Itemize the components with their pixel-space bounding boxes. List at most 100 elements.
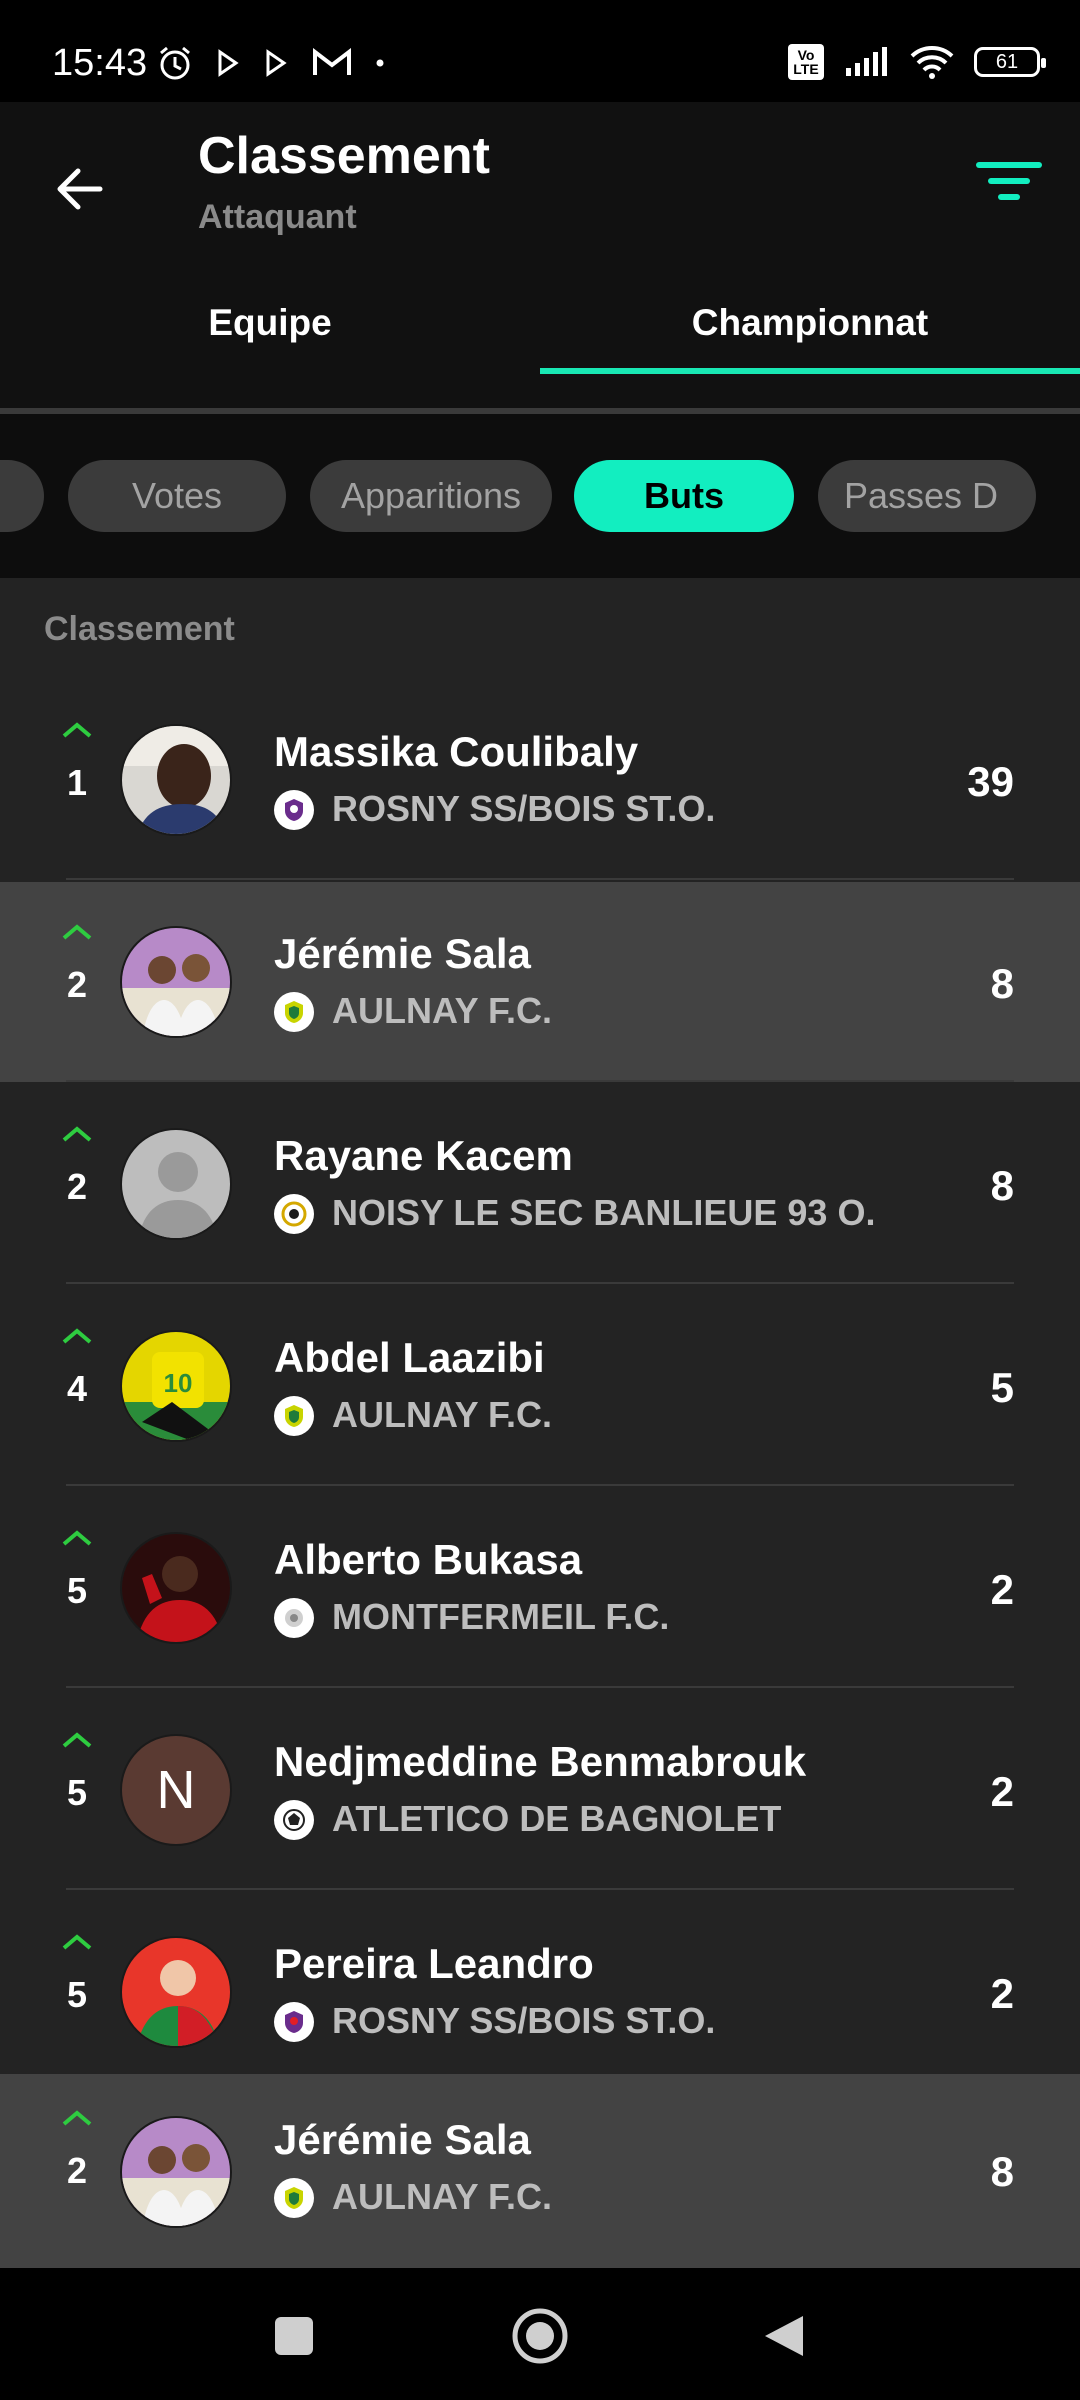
chip-passes-d[interactable]: Passes D [818,460,1036,532]
home-circle-icon [512,2308,568,2364]
team-name: NOISY LE SEC BANLIEUE 93 O. [332,1192,876,1233]
app-header: Classement Attaquant Equipe Championnat [0,102,1080,412]
svg-text:10: 10 [164,1368,193,1398]
status-notification-icons [156,44,386,82]
rank-up-icon [62,2110,92,2126]
list-item[interactable]: 5 N Nedjmeddine Benmabrouk ATLETICO DE B… [0,1690,1080,1890]
rank-number: 2 [66,1166,88,1207]
list-item[interactable]: 2 Rayane Kacem NOISY LE SEC BANLIEUE 93 … [0,1084,1080,1284]
divider [66,878,1014,880]
stat-value: 8 [990,1162,1014,1209]
tab-championnat[interactable]: Championnat [540,278,1080,390]
chip-apparitions[interactable]: Apparitions [310,460,552,532]
list-item[interactable]: 5 Pereira Leandro ROSNY SS/BOIS ST.O. 2 [0,1892,1080,2092]
avatar-initial-letter: N [156,1760,196,1820]
signal-icon [846,47,887,76]
rank-up-icon [62,1126,92,1142]
stat-value: 8 [990,960,1014,1007]
divider [66,1888,1014,1890]
triangle-back-icon [765,2316,803,2356]
team-logo-icon [274,1598,314,1638]
list-item[interactable]: 5 Alberto Bukasa MONTFERMEIL F.C. 2 [0,1488,1080,1688]
list-item[interactable]: 1 Massika Coulibaly ROSNY SS/BOIS ST.O. … [0,680,1080,880]
avatar [120,926,232,1038]
rank-number: 5 [66,1974,88,2015]
filter-button[interactable] [964,148,1054,228]
team-name: ROSNY SS/BOIS ST.O. [332,2000,716,2041]
team-name: MONTFERMEIL F.C. [332,1596,670,1637]
chip-buts[interactable]: Buts [574,460,794,532]
system-nav-bar [0,2268,1080,2400]
avatar [120,2116,232,2228]
chip-partial[interactable] [0,460,44,532]
play-icon [218,49,239,77]
avatar-placeholder [120,1128,232,1240]
wifi-icon [910,46,954,79]
tab-equipe[interactable]: Equipe [0,278,540,390]
player-name: Abdel Laazibi [274,1334,545,1381]
volte-icon: Vo LTE [788,44,824,80]
team-name: ROSNY SS/BOIS ST.O. [332,788,716,829]
stat-value: 2 [990,1970,1014,2017]
player-name: Alberto Bukasa [274,1536,583,1583]
play-icon [266,49,287,77]
player-name: Massika Coulibaly [274,728,639,775]
arrow-left-icon [57,168,103,210]
battery-icon: 61 [974,47,1046,77]
filter-icon [976,162,1042,200]
list-item[interactable]: 2 Jérémie Sala AULNAY F.C. 8 [0,882,1080,1082]
alarm-icon [160,46,190,80]
back-button[interactable] [44,154,114,224]
status-time: 15:43 [52,42,148,84]
tab-bar: Equipe Championnat [0,278,1080,390]
section-label: Classement [44,610,235,648]
status-system-icons: Vo LTE 61 [788,44,1046,80]
page-title: Classement [198,127,490,185]
avatar [120,1532,232,1644]
recents-button[interactable] [256,2298,332,2374]
divider [66,1484,1014,1486]
rank-up-icon [62,1328,92,1344]
player-name: Nedjmeddine Benmabrouk [274,1738,807,1785]
rank-number: 5 [66,1772,88,1813]
team-logo-icon [274,2178,314,2218]
page-subtitle: Attaquant [198,198,357,236]
gmail-icon [313,48,351,75]
home-button[interactable] [502,2298,578,2374]
avatar [120,724,232,836]
team-name: ATLETICO DE BAGNOLET [332,1798,782,1839]
team-logo-icon [274,1194,314,1234]
current-user-row[interactable]: 2 Jérémie Sala AULNAY F.C. 8 [0,2074,1080,2268]
chip-votes[interactable]: Votes [68,460,286,532]
team-name: AULNAY F.C. [332,1394,553,1435]
team-logo-icon [274,790,314,830]
team-logo-icon [274,992,314,1032]
stat-value: 5 [990,1364,1014,1411]
list-item[interactable]: 4 10 Abdel Laazibi AULNAY F.C. 5 [0,1286,1080,1486]
player-name: Jérémie Sala [274,930,531,977]
ranking-list: Classement 1 Massika Coulibaly ROSNY SS/… [0,578,1080,2268]
rank-up-icon [62,1530,92,1546]
status-bar: 15:43 Vo LTE 61 [0,0,1080,102]
avatar: 10 [120,1330,232,1442]
back-nav-button[interactable] [746,2298,822,2374]
battery-level: 61 [995,50,1019,73]
stat-value: 8 [990,2148,1014,2195]
stat-value: 2 [990,1566,1014,1613]
divider [66,1686,1014,1688]
divider [66,1282,1014,1284]
dot-icon [376,59,384,67]
player-name: Jérémie Sala [274,2116,531,2163]
rank-up-icon [62,722,92,738]
stat-value: 2 [990,1768,1014,1815]
rank-number: 2 [66,2150,88,2191]
team-logo-icon [274,1800,314,1840]
stat-filter-chips: Votes Apparitions Buts Passes D [0,460,1080,534]
rank-number: 4 [66,1368,88,1409]
team-logo-icon [274,2002,314,2042]
stat-value: 39 [967,758,1014,805]
rank-number: 2 [66,964,88,1005]
divider [66,1080,1014,1082]
rank-up-icon [62,924,92,940]
player-name: Rayane Kacem [274,1132,573,1179]
